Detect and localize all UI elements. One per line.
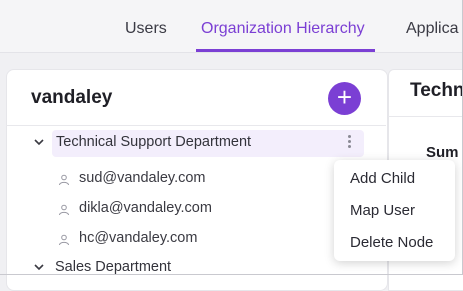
menu-item-add-child[interactable]: Add Child [350, 170, 415, 187]
user-icon [59, 234, 69, 246]
chevron-down-icon[interactable] [34, 262, 44, 272]
detail-panel-divider [388, 116, 463, 117]
chevron-down-icon[interactable] [34, 137, 44, 147]
kebab-icon[interactable] [346, 133, 352, 153]
tab-users[interactable]: Users [125, 20, 167, 38]
active-tab-indicator [196, 49, 375, 52]
organization-name: vandaley [31, 87, 113, 108]
detail-panel-section-heading: Sum [426, 144, 459, 161]
add-node-button[interactable]: + [328, 82, 361, 115]
node-context-menu: Add Child Map User Delete Node [334, 160, 455, 261]
user-email: hc@vandaley.com [79, 230, 198, 246]
user-icon [59, 204, 69, 216]
plus-icon: + [336, 82, 353, 112]
menu-item-map-user[interactable]: Map User [350, 202, 415, 219]
detail-panel-title: Techn [410, 80, 463, 101]
tree-node-label[interactable]: Sales Department [55, 259, 171, 275]
user-email: sud@vandaley.com [79, 170, 206, 186]
user-email: dikla@vandaley.com [79, 200, 212, 216]
menu-item-delete-node[interactable]: Delete Node [350, 234, 433, 251]
tab-applications[interactable]: Applica [406, 20, 458, 38]
tab-organization-hierarchy[interactable]: Organization Hierarchy [201, 20, 365, 38]
top-nav-bar: Users Organization Hierarchy Applica [0, 0, 463, 53]
tree-node-label[interactable]: Technical Support Department [56, 134, 251, 150]
user-icon [59, 174, 69, 186]
tree-header-divider [6, 125, 386, 126]
